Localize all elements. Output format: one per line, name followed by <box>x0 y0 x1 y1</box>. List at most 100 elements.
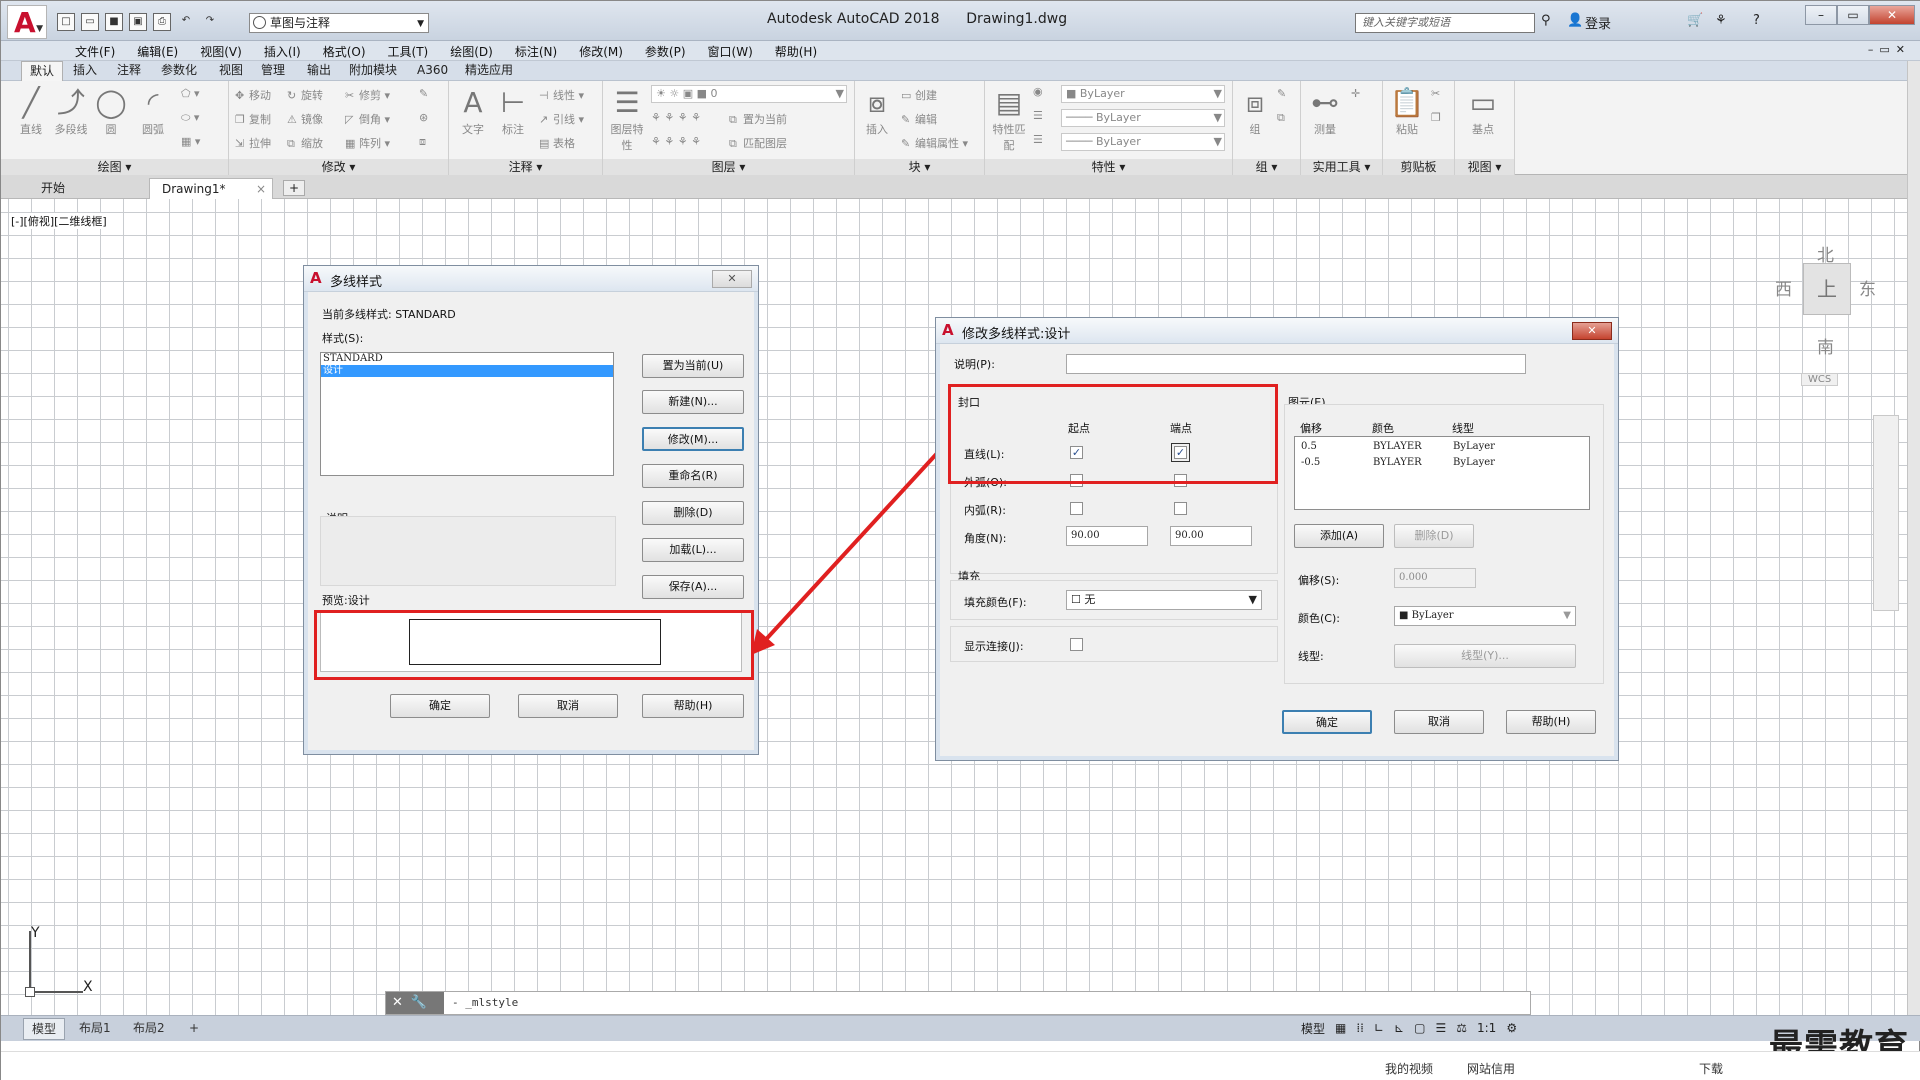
maximize-button[interactable]: ▭ <box>1837 5 1869 25</box>
explode-icon[interactable]: ⊛ <box>419 111 428 124</box>
new-tab-icon[interactable]: + <box>283 180 306 196</box>
panel-utilities-title[interactable]: 实用工具 ▾ <box>1301 159 1382 175</box>
measure-tool[interactable]: ⊷ 测量 <box>1307 85 1343 137</box>
set-current-button[interactable]: 置为当前(U) <box>642 354 744 378</box>
search-input[interactable]: 键入关键字或短语 <box>1355 13 1535 33</box>
linetype-select[interactable]: ──── ByLayer ▼ <box>1061 109 1225 127</box>
panel-annotate-title[interactable]: 注释 ▾ <box>449 159 602 175</box>
polar-icon[interactable]: ⊾ <box>1394 1021 1404 1035</box>
create-block-tool[interactable]: ▭ 创建 <box>901 87 937 103</box>
point-icon[interactable]: ✛ <box>1351 87 1360 100</box>
menu-item[interactable]: 格式(O) <box>311 43 376 60</box>
help-button[interactable]: 帮助(H) <box>1506 710 1596 734</box>
linetype-button[interactable]: 线型(Y)... <box>1394 644 1576 668</box>
menu-item[interactable]: 窗口(W) <box>696 43 763 60</box>
minimize-button[interactable]: – <box>1805 5 1837 25</box>
elements-list[interactable]: 0.5 BYLAYER ByLayer -0.5 BYLAYER ByLayer <box>1294 436 1590 510</box>
close-button[interactable]: ✕ <box>1869 5 1915 25</box>
list-item-selected[interactable]: 设计 <box>321 365 613 377</box>
load-button[interactable]: 加载(L)... <box>642 538 744 562</box>
open-icon[interactable]: ▭ <box>81 13 99 31</box>
ribbon-tab[interactable]: 视图 <box>211 61 251 81</box>
taskbar-download[interactable]: 下载 <box>1699 1060 1723 1077</box>
ortho-icon[interactable]: ∟ <box>1374 1021 1384 1035</box>
description-field[interactable] <box>1066 354 1526 374</box>
close-icon[interactable]: ✕ <box>1572 322 1612 340</box>
outer-arc-start-checkbox[interactable] <box>1070 474 1083 487</box>
list-item[interactable]: STANDARD <box>321 353 613 365</box>
dimension-tool[interactable]: ⊢ 标注 <box>495 85 531 137</box>
save-button[interactable]: 保存(A)... <box>642 575 744 599</box>
offset-field[interactable]: 0.000 <box>1394 568 1476 588</box>
cancel-button[interactable]: 取消 <box>1394 710 1484 734</box>
move-tool[interactable]: ✥ 移动 <box>235 87 271 103</box>
annotation-scale[interactable]: 1:1 <box>1477 1021 1496 1035</box>
help-icon[interactable]: ? <box>1753 13 1760 28</box>
inner-arc-start-checkbox[interactable] <box>1070 502 1083 515</box>
polygon-tool[interactable]: ⬠ ▾ <box>181 87 200 100</box>
ungroup-icon[interactable]: ⧉ <box>1277 111 1285 125</box>
delete-element-button[interactable]: 删除(D) <box>1394 524 1474 548</box>
ribbon-tab[interactable]: A360 <box>409 61 456 81</box>
modify-dialog-titlebar[interactable]: A 修改多线样式:设计 ✕ <box>936 318 1618 344</box>
cut-icon[interactable]: ✂ <box>1431 87 1440 100</box>
line-end-checkbox[interactable]: ✓ <box>1171 443 1190 462</box>
delete-button[interactable]: 删除(D) <box>642 501 744 525</box>
erase-icon[interactable]: ✎ <box>419 87 428 100</box>
taskbar-credit[interactable]: 网站信用 <box>1467 1060 1515 1077</box>
tab-layout1[interactable]: 布局1 <box>71 1018 119 1040</box>
osnap-icon[interactable]: ▢ <box>1414 1021 1425 1035</box>
element-color[interactable]: BYLAYER <box>1373 457 1422 468</box>
ribbon-tab[interactable]: 参数化 <box>153 61 205 81</box>
angle-start-field[interactable]: 90.00 <box>1066 526 1148 546</box>
cart-icon[interactable]: 🛒 <box>1687 13 1703 28</box>
command-line-buttons[interactable]: ✕🔧 <box>386 992 444 1014</box>
save-icon[interactable]: ■ <box>105 13 123 31</box>
make-current-tool[interactable]: ⧉ 置为当前 <box>729 111 787 127</box>
annotation-icon[interactable]: ⚖ <box>1456 1021 1467 1035</box>
scale-tool[interactable]: ⧉ 缩放 <box>287 135 323 151</box>
color-select[interactable]: ■ ByLayer ▼ <box>1394 606 1576 626</box>
mdi-controls[interactable]: –▭✕ <box>1868 43 1911 56</box>
taskbar-videos[interactable]: 我的视频 <box>1385 1060 1433 1077</box>
insert-tool[interactable]: ⧇ 插入 <box>859 85 895 137</box>
hatch-tool[interactable]: ▦ ▾ <box>181 135 200 148</box>
command-line[interactable]: ✕🔧 - _mlstyle <box>385 991 1531 1015</box>
panel-draw-title[interactable]: 绘图 ▾ <box>1 159 228 175</box>
ribbon-tab[interactable]: 附加模块 <box>341 61 405 81</box>
add-layout-icon[interactable]: + <box>181 1018 207 1040</box>
tab-layout2[interactable]: 布局2 <box>125 1018 173 1040</box>
menu-item[interactable]: 绘图(D) <box>438 43 503 60</box>
color-select[interactable]: ■ ByLayer ▼ <box>1061 85 1225 103</box>
rotate-tool[interactable]: ↻ 旋转 <box>287 87 323 103</box>
element-color[interactable]: BYLAYER <box>1373 441 1422 452</box>
mlstyle-dialog-titlebar[interactable]: A 多线样式 ✕ <box>304 266 758 292</box>
layer-properties-tool[interactable]: ☰ 图层特性 <box>609 85 645 153</box>
paste-tool[interactable]: 📋 粘贴 <box>1389 85 1425 137</box>
snap-icon[interactable]: ⁞⁞ <box>1356 1021 1364 1035</box>
login-button[interactable]: 登录 <box>1585 13 1611 32</box>
panel-view-title[interactable]: 视图 ▾ <box>1455 159 1514 175</box>
grid-icon[interactable]: ▦ <box>1335 1021 1346 1035</box>
tab-drawing1[interactable]: Drawing1* × <box>149 178 273 199</box>
lineweight-toggle-icon[interactable]: ☰ <box>1435 1021 1446 1035</box>
ok-button[interactable]: 确定 <box>390 694 490 718</box>
settings-icon[interactable]: ⚙ <box>1506 1021 1517 1035</box>
model-space-button[interactable]: 模型 <box>1301 1020 1325 1037</box>
panel-properties-title[interactable]: 特性 ▾ <box>985 159 1232 175</box>
mirror-tool[interactable]: ⚠ 镜像 <box>287 111 323 127</box>
navigation-bar[interactable] <box>1873 415 1899 611</box>
chamfer-tool[interactable]: ◸ 倒角 ▾ <box>345 111 390 127</box>
match-layer-tool[interactable]: ⧉ 匹配图层 <box>729 135 787 151</box>
cancel-button[interactable]: 取消 <box>518 694 618 718</box>
viewport-controls[interactable]: [-][俯视][二维线框] <box>11 213 107 229</box>
close-tab-icon[interactable]: × <box>256 179 266 199</box>
element-offset[interactable]: -0.5 <box>1301 457 1320 468</box>
arc-tool[interactable]: ◜ 圆弧 <box>135 85 171 137</box>
base-point-tool[interactable]: ▭ 基点 <box>1465 85 1501 137</box>
element-linetype[interactable]: ByLayer <box>1453 441 1495 452</box>
text-tool[interactable]: A 文字 <box>455 85 491 137</box>
exchange-icon[interactable]: ⚘ <box>1715 13 1727 28</box>
inner-arc-end-checkbox[interactable] <box>1174 502 1187 515</box>
workspace-select[interactable]: 草图与注释 ▼ <box>249 13 429 33</box>
